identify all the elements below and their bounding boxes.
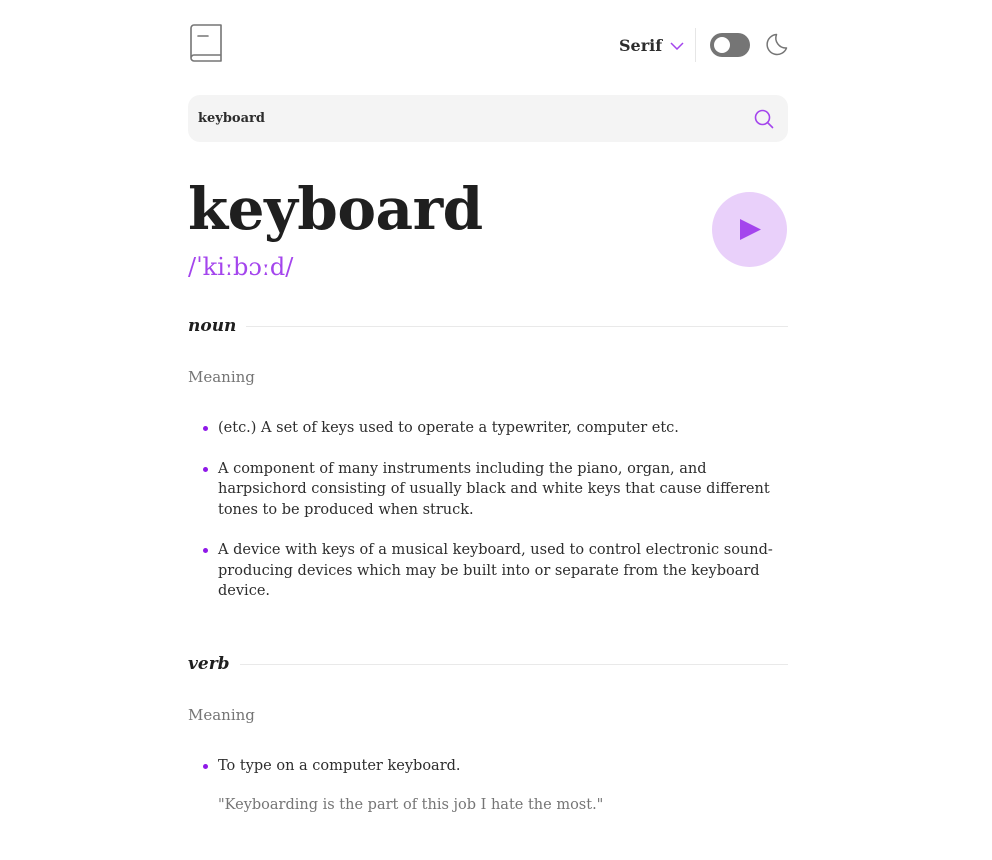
section-divider	[246, 325, 788, 327]
app: Serif keyboard /ˈkiːbɔːd/ noun Meani	[188, 0, 788, 813]
definition-list-verb: To type on a computer keyboard.	[188, 756, 788, 777]
search-input[interactable]	[198, 95, 738, 142]
meaning-heading: Meaning	[188, 368, 255, 386]
definition-text: To type on a computer keyboard.	[218, 758, 461, 774]
definition-text: (etc.) A set of keys used to operate a t…	[218, 420, 679, 436]
definition-item: A device with keys of a musical keyboard…	[188, 540, 788, 602]
definition-text: A component of many instruments includin…	[218, 460, 770, 518]
word-title: keyboard	[188, 175, 483, 243]
book-icon[interactable]	[188, 24, 224, 64]
part-of-speech-noun: noun	[188, 316, 788, 336]
meaning-heading: Meaning	[188, 706, 255, 724]
definition-item: A component of many instruments includin…	[188, 459, 788, 521]
font-select[interactable]: Serif	[619, 36, 684, 55]
bullet	[203, 764, 208, 769]
definition-list-noun: (etc.) A set of keys used to operate a t…	[188, 418, 788, 602]
header-divider	[695, 28, 696, 62]
chevron-down-icon	[670, 41, 684, 50]
section-divider	[239, 663, 788, 665]
font-select-label: Serif	[619, 36, 663, 55]
play-button[interactable]	[712, 192, 787, 267]
bullet	[203, 548, 208, 553]
bullet	[203, 466, 208, 472]
search-bar	[188, 95, 788, 142]
definition-text: A device with keys of a musical keyboard…	[218, 542, 773, 599]
example-text: "Keyboarding is the part of this job I h…	[218, 797, 604, 813]
phonetic-text: /ˈkiːbɔːd/	[188, 253, 294, 281]
header: Serif	[188, 0, 788, 90]
part-of-speech-label: noun	[188, 316, 237, 336]
theme-toggle[interactable]	[710, 33, 750, 57]
part-of-speech-label: verb	[188, 654, 230, 674]
bullet	[203, 426, 208, 431]
definition-item: To type on a computer keyboard.	[188, 756, 788, 777]
moon-icon[interactable]	[764, 32, 788, 58]
search-icon[interactable]	[754, 109, 774, 129]
play-icon	[740, 219, 761, 240]
definition-item: (etc.) A set of keys used to operate a t…	[188, 418, 788, 439]
theme-toggle-knob	[714, 37, 730, 53]
part-of-speech-verb: verb	[188, 654, 788, 674]
